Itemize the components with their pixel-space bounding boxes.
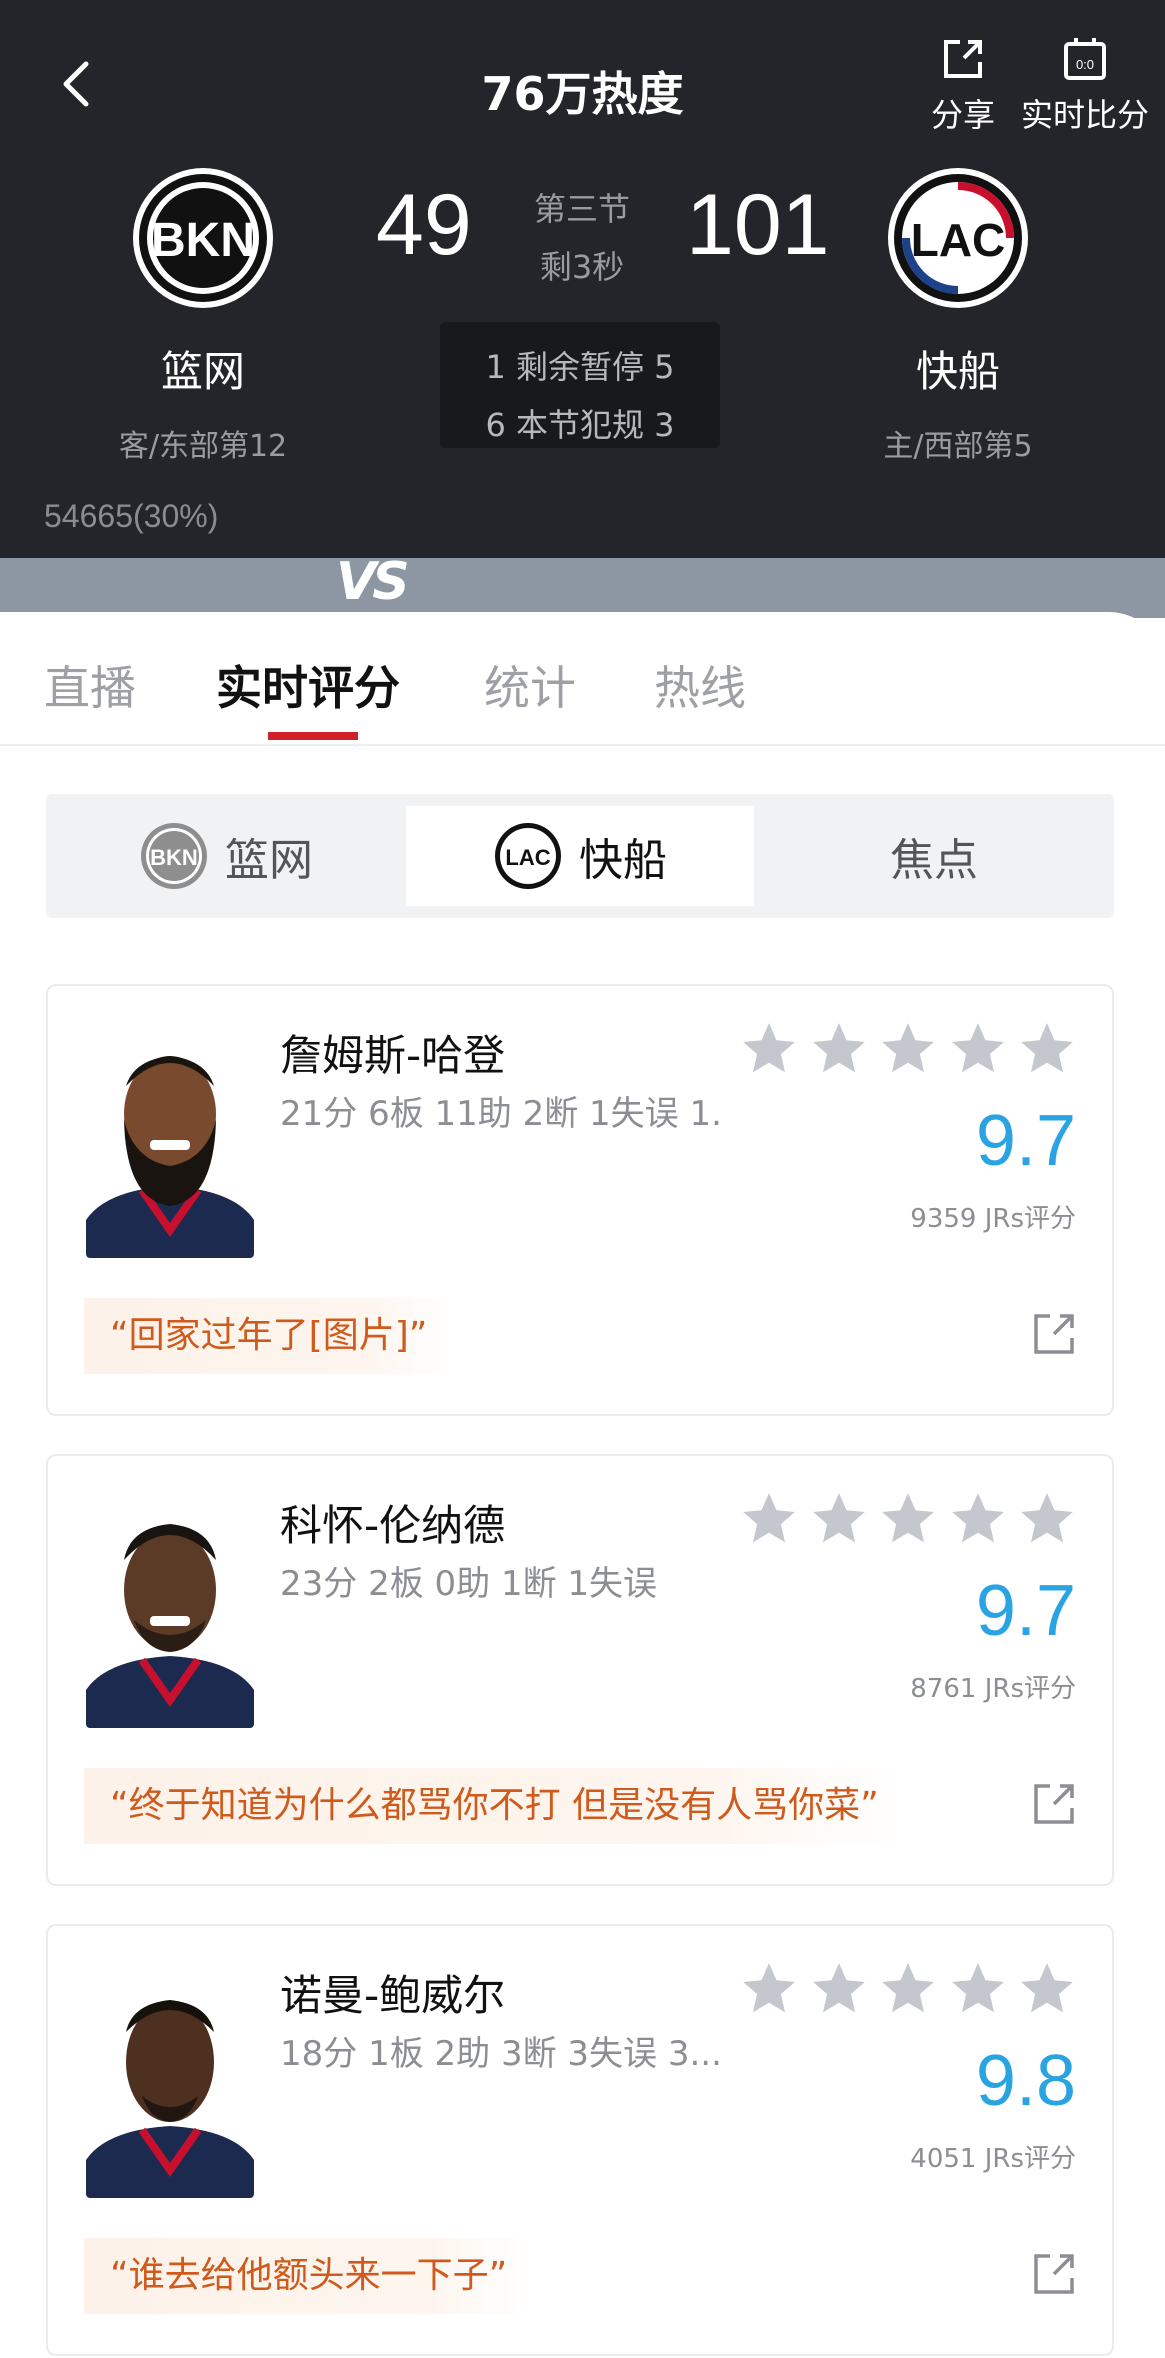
segment-clippers[interactable]: LAC 快船 [406,806,754,906]
star-icon[interactable] [1016,1958,1078,2020]
nets-logo-text: BKN [151,214,255,267]
live-score-button[interactable]: 0:0 实时比分 [1010,36,1160,136]
time-left: 剩3秒 [539,248,625,286]
timeouts-line: 1 剩余暂停 5 [485,348,675,386]
tab-ratings[interactable]: 实时评分 [216,652,400,718]
clippers-small-logo-text: LAC [505,845,550,870]
player-name: 诺曼-鲍威尔 [280,1971,506,2020]
star-icon[interactable] [947,1018,1009,1080]
rating-votes: 4051 JRs评分 [910,2144,1076,2174]
vs-mark: VS [336,552,410,612]
away-team-rank: 客/东部第12 [118,429,288,464]
segment-focus-label: 焦点 [890,835,978,886]
nets-logo: BKN [133,168,273,308]
active-tab-indicator [268,732,358,740]
segment-nets[interactable]: BKN 篮网 [46,806,406,906]
live-score-label: 实时比分 [1020,96,1149,134]
player-stats: 21分 6板 11助 2断 1失误 1... [280,1094,720,1134]
share-icon[interactable] [1032,2252,1076,2296]
star-icon[interactable] [947,1488,1009,1550]
home-score: 101 [686,177,830,273]
player-rating: 9.7 [975,1101,1076,1181]
tab-bar: 直播 实时评分 统计 热线 [0,612,1165,746]
star-icon[interactable] [808,1018,870,1080]
team-segment-control: BKN 篮网 LAC 快船 焦点 [46,794,1114,918]
star-icon[interactable] [808,1488,870,1550]
game-header: 76万热度 分享 0:0 实时比分 BKN 篮网 客/东部第12 49 第三节 … [0,0,1165,558]
rating-stars[interactable] [738,1958,1078,2020]
star-icon[interactable] [877,1958,939,2020]
tab-hotline[interactable]: 热线 [654,652,746,718]
rating-votes: 9359 JRs评分 [910,1204,1076,1234]
away-support-count: 54665(30%) [44,498,219,534]
player-photo [86,1500,254,1728]
away-team[interactable]: BKN 篮网 客/东部第12 [88,168,318,465]
player-rating: 9.7 [975,1571,1076,1651]
fouls-line: 6 本节犯规 3 [485,406,675,444]
player-rating: 9.8 [975,2041,1076,2121]
player-card[interactable]: 詹姆斯-哈登 21分 6板 11助 2断 1失误 1... 9.7 9359 J… [46,984,1114,1416]
nets-small-logo: BKN [139,821,209,891]
player-name: 科怀-伦纳德 [280,1501,506,1550]
tab-live[interactable]: 直播 [44,652,136,718]
share-icon[interactable] [1032,1312,1076,1356]
timeout-foul-box: 1 剩余暂停 5 6 本节犯规 3 [440,322,720,448]
scoreboard-icon-text: 0:0 [1076,57,1094,72]
share-icon[interactable] [1032,1782,1076,1826]
clippers-logo-text: LAC [911,214,1006,266]
rating-stars[interactable] [738,1488,1078,1550]
vs-band [0,558,1165,618]
share-icon [944,40,982,78]
star-icon[interactable] [738,1018,800,1080]
player-stats: 18分 1板 2助 3断 3失误 3... [280,2034,720,2074]
clippers-small-logo: LAC [493,821,563,891]
player-stats: 23分 2板 0助 1断 1失误 [280,1564,658,1604]
player-photo [86,1970,254,2198]
star-icon[interactable] [1016,1488,1078,1550]
segment-nets-label: 篮网 [225,835,313,886]
home-team-rank: 主/西部第5 [883,429,1033,464]
top-comment[interactable]: “回家过年了[图片]” [84,1298,454,1374]
star-icon[interactable] [738,1958,800,2020]
star-icon[interactable] [947,1958,1009,2020]
share-label: 分享 [930,96,995,134]
top-comment[interactable]: “谁去给他额头来一下子” [84,2238,534,2314]
player-photo [86,1030,254,1258]
star-icon[interactable] [877,1488,939,1550]
scoreboard-icon: 0:0 [1064,38,1106,80]
segment-focus[interactable]: 焦点 [754,806,1114,906]
star-icon[interactable] [877,1018,939,1080]
player-card[interactable]: 科怀-伦纳德 23分 2板 0助 1断 1失误 9.7 8761 JRs评分 “… [46,1454,1114,1886]
nets-small-logo-text: BKN [150,845,198,870]
clippers-logo: LAC [888,168,1028,308]
player-card[interactable]: 诺曼-鲍威尔 18分 1板 2助 3断 3失误 3... 9.8 4051 JR… [46,1924,1114,2356]
rating-stars[interactable] [738,1018,1078,1080]
home-team[interactable]: LAC 快船 主/西部第5 [843,168,1073,465]
home-team-name: 快船 [915,347,1000,396]
tab-stats[interactable]: 统计 [484,652,576,718]
away-team-name: 篮网 [160,347,245,396]
star-icon[interactable] [738,1488,800,1550]
top-comment[interactable]: “终于知道为什么都骂你不打 但是没有人骂你菜” [84,1768,905,1844]
period-label: 第三节 [533,190,630,228]
share-button[interactable]: 分享 [918,36,1008,136]
segment-clippers-label: 快船 [579,835,667,886]
star-icon[interactable] [808,1958,870,2020]
period-info: 第三节 剩3秒 [508,180,656,296]
player-name: 詹姆斯-哈登 [280,1031,506,1080]
star-icon[interactable] [1016,1018,1078,1080]
rating-votes: 8761 JRs评分 [910,1674,1076,1704]
away-score: 49 [376,177,472,273]
